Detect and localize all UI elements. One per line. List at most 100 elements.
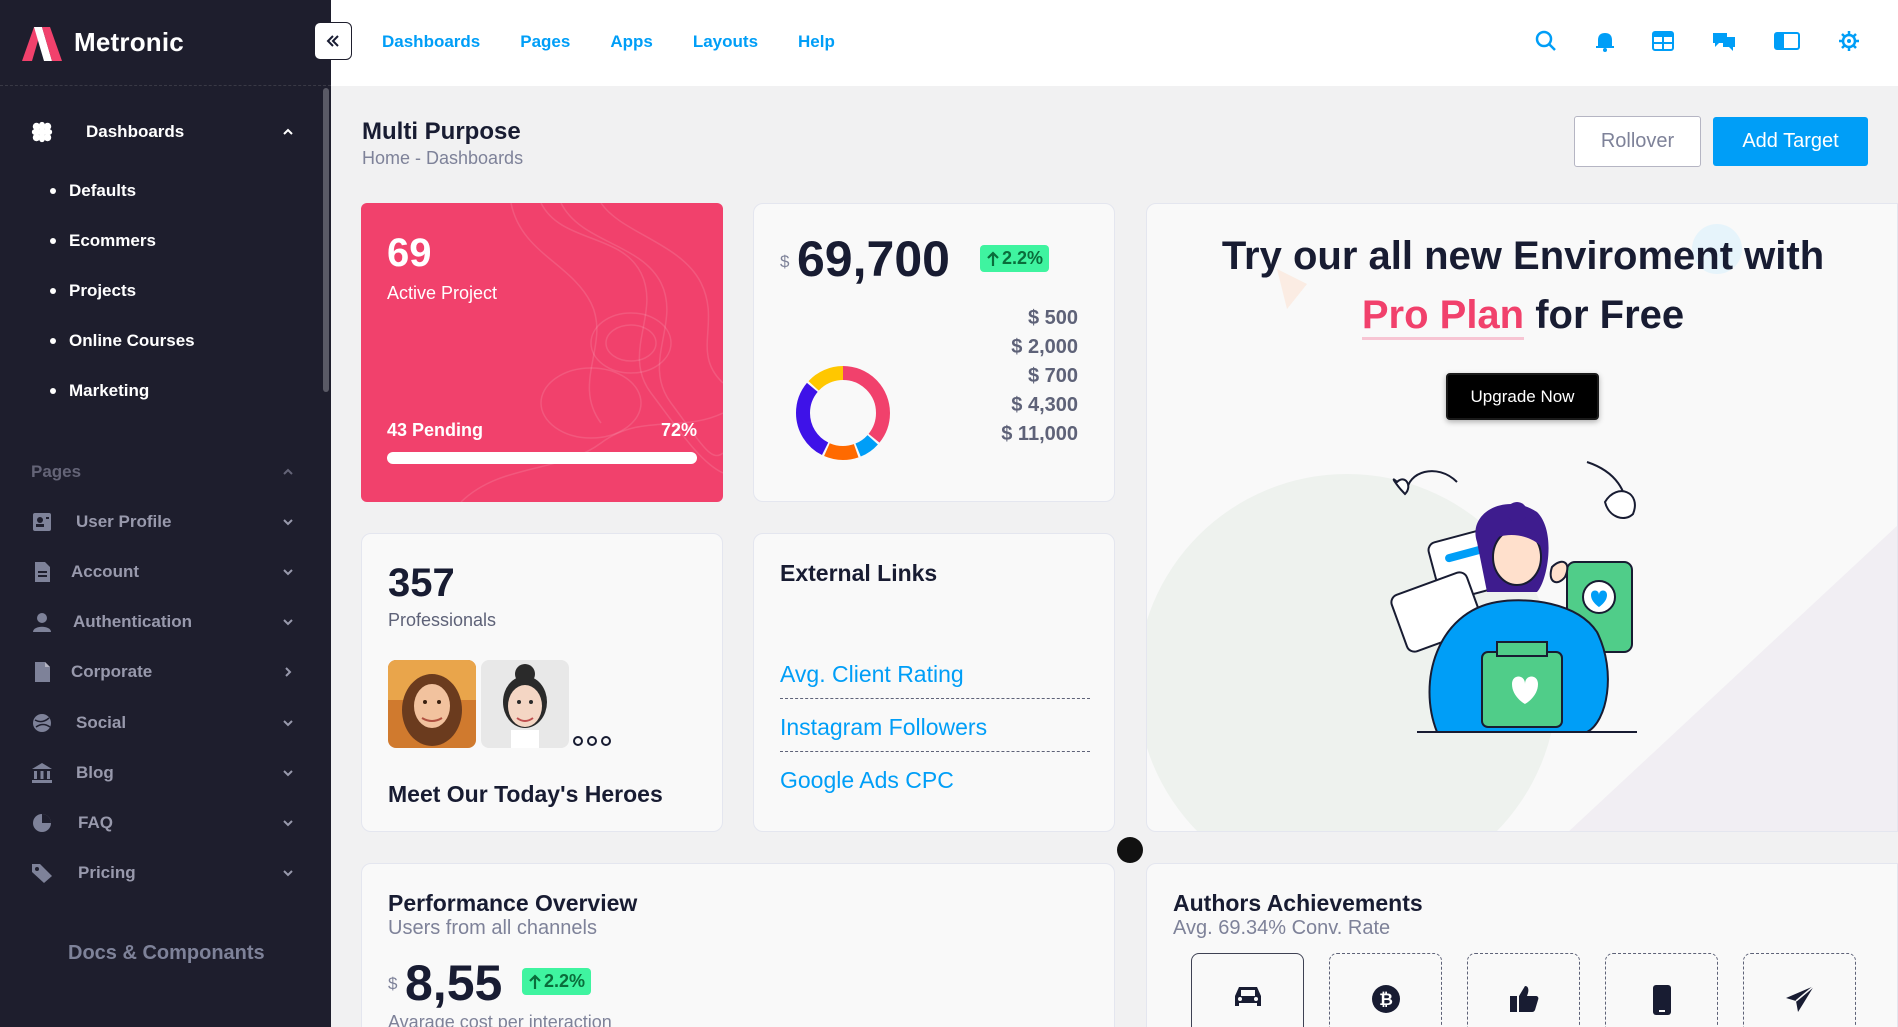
heroes-card: 357 Professionals Meet Our Today's Heroe… bbox=[361, 533, 723, 832]
more-avatars-icon[interactable] bbox=[573, 736, 611, 746]
nav-dashboards[interactable]: Dashboards bbox=[382, 32, 480, 52]
sidebar-subitem-projects[interactable]: Projects bbox=[0, 273, 331, 309]
settings-icon[interactable] bbox=[1835, 27, 1863, 55]
bank-icon bbox=[30, 761, 54, 785]
top-nav: Dashboards Pages Apps Layouts Help bbox=[382, 32, 875, 52]
chevron-down-icon bbox=[283, 619, 293, 626]
app-name[interactable]: Metronic bbox=[74, 27, 184, 58]
phone-icon bbox=[1652, 985, 1671, 1015]
sidebar-item-user-profile[interactable]: User Profile bbox=[0, 502, 331, 542]
grid-icon[interactable] bbox=[1649, 27, 1677, 55]
sidebar-subitem-online-courses[interactable]: Online Courses bbox=[0, 323, 331, 359]
sidebar-item-authentication[interactable]: Authentication bbox=[0, 602, 331, 642]
sidebar-item-account[interactable]: Account bbox=[0, 552, 331, 592]
upgrade-now-button[interactable]: Upgrade Now bbox=[1446, 373, 1599, 420]
docs-components-link[interactable]: Docs & Componants bbox=[68, 942, 265, 965]
double-chevron-left-icon bbox=[326, 35, 339, 47]
external-links-title: External Links bbox=[780, 560, 938, 586]
sales-total: 69,700 bbox=[797, 231, 950, 287]
car-icon bbox=[1234, 987, 1261, 1006]
sidebar-item-dashboards[interactable]: Dashboards bbox=[0, 112, 331, 152]
sidebar-subitem-defaults[interactable]: Defaults bbox=[0, 173, 331, 209]
layout-icon[interactable] bbox=[1773, 27, 1801, 55]
sidebar-subitem-marketing[interactable]: Marketing bbox=[0, 373, 331, 409]
active-project-count: 69 bbox=[387, 231, 432, 275]
chevron-down-icon bbox=[283, 519, 293, 526]
sidebar-item-label: FAQ bbox=[78, 813, 113, 832]
bullet-icon bbox=[50, 338, 56, 344]
nav-layouts[interactable]: Layouts bbox=[693, 32, 758, 52]
sidebar-section-pages[interactable]: Pages bbox=[31, 462, 81, 482]
tile-car[interactable] bbox=[1191, 953, 1304, 1027]
nav-apps[interactable]: Apps bbox=[610, 32, 653, 52]
chat-icon[interactable] bbox=[1710, 27, 1738, 55]
chevron-up-icon[interactable] bbox=[281, 465, 295, 479]
tile-bitcoin[interactable]: ₿ bbox=[1329, 953, 1442, 1027]
value-item: $ 700 bbox=[1027, 365, 1078, 387]
link-google-ads-cpc[interactable]: Google Ads CPC bbox=[780, 767, 1090, 804]
chevron-down-icon bbox=[283, 820, 293, 827]
chevron-down-icon bbox=[283, 770, 293, 777]
professionals-count: 357 bbox=[388, 561, 455, 605]
search-icon[interactable] bbox=[1532, 27, 1560, 55]
bullet-icon bbox=[50, 388, 56, 394]
chevron-up-icon bbox=[283, 128, 293, 135]
nav-pages[interactable]: Pages bbox=[520, 32, 570, 52]
change-value: 2.2% bbox=[1002, 248, 1044, 268]
sidebar-subitem-label: Ecommers bbox=[69, 231, 156, 250]
change-value: 2.2% bbox=[544, 971, 586, 991]
sidebar-item-corporate[interactable]: Corporate bbox=[0, 652, 331, 692]
value-item: $ 500 bbox=[1027, 307, 1078, 329]
currency-symbol: $ bbox=[780, 252, 790, 271]
metronic-logo-icon[interactable] bbox=[20, 23, 64, 63]
nav-help[interactable]: Help bbox=[798, 32, 835, 52]
bullet-icon bbox=[50, 288, 56, 294]
performance-subtitle: Users from all channels bbox=[388, 917, 597, 939]
change-badge: 2.2% bbox=[980, 245, 1050, 272]
promo-card: Try our all new Enviroment with Pro Plan… bbox=[1146, 203, 1898, 832]
sidebar-item-pricing[interactable]: Pricing bbox=[0, 853, 331, 893]
link-instagram-followers[interactable]: Instagram Followers bbox=[780, 714, 1090, 752]
pending-count: 43 Pending bbox=[387, 420, 484, 440]
pro-plan-highlight: Pro Plan bbox=[1361, 293, 1525, 340]
sidebar: Metronic Dashboards Defaults Ecommers Pr… bbox=[0, 0, 331, 1027]
sidebar-item-label: Authentication bbox=[73, 612, 192, 631]
pie-icon bbox=[30, 811, 54, 835]
sidebar-item-blog[interactable]: Blog bbox=[0, 753, 331, 793]
sidebar-item-social[interactable]: Social bbox=[0, 703, 331, 743]
external-links-card: External Links Avg. Client Rating Instag… bbox=[753, 533, 1115, 832]
avatar[interactable] bbox=[481, 660, 569, 748]
user-icon bbox=[30, 610, 54, 634]
bell-icon[interactable] bbox=[1591, 27, 1619, 55]
dashboard-icon bbox=[30, 120, 54, 144]
sidebar-subitem-ecommers[interactable]: Ecommers bbox=[0, 223, 331, 259]
bitcoin-icon: ₿ bbox=[1371, 985, 1400, 1013]
add-target-button[interactable]: Add Target bbox=[1713, 117, 1868, 166]
tile-phone[interactable] bbox=[1605, 953, 1718, 1027]
promo-headline-line2: Pro Plan for Free bbox=[1147, 293, 1897, 340]
woman-illustration bbox=[1390, 461, 1637, 733]
sidebar-subitem-label: Defaults bbox=[69, 181, 137, 200]
rollover-button[interactable]: Rollover bbox=[1574, 116, 1701, 167]
performance-title: Performance Overview bbox=[388, 890, 638, 916]
value-list: $ 500 $ 2,000 $ 700 $ 4,300 $ 11,000 bbox=[1001, 304, 1078, 449]
performance-value: 8,55 bbox=[405, 955, 503, 1011]
avatar[interactable] bbox=[388, 660, 476, 748]
value-item: $ 4,300 bbox=[1011, 394, 1078, 416]
currency-symbol: $ bbox=[388, 974, 398, 993]
sales-card: $ 69,700 2.2% $ 500 $ 2,000 $ 700 $ 4,30… bbox=[753, 203, 1115, 502]
promo-headline-rest: for Free bbox=[1524, 293, 1685, 337]
value-item: $ 11,000 bbox=[1001, 423, 1078, 445]
sidebar-item-faq[interactable]: FAQ bbox=[0, 803, 331, 843]
link-avg-client-rating[interactable]: Avg. Client Rating bbox=[780, 661, 1090, 699]
chevron-down-icon bbox=[283, 569, 293, 576]
sidebar-item-label: Dashboards bbox=[86, 122, 185, 141]
tile-thumbs-up[interactable] bbox=[1467, 953, 1580, 1027]
progress-bar bbox=[387, 452, 697, 464]
progress-percent: 72% bbox=[660, 420, 697, 440]
tile-send[interactable] bbox=[1743, 953, 1856, 1027]
sidebar-item-label: Blog bbox=[76, 763, 114, 782]
document-icon bbox=[30, 560, 54, 584]
sidebar-item-label: Corporate bbox=[71, 662, 153, 681]
sidebar-toggle-button[interactable] bbox=[314, 22, 352, 60]
